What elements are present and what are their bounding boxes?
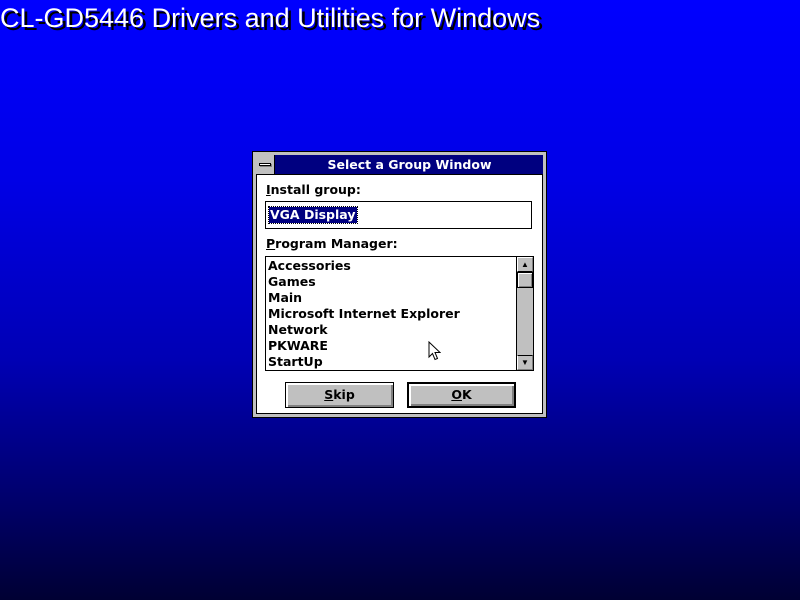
program-manager-listbox[interactable]: Accessories Games Main Microsoft Interne… — [265, 256, 534, 371]
dialog-title: Select a Group Window — [327, 157, 492, 172]
list-item[interactable]: Microsoft Internet Explorer — [268, 306, 514, 322]
list-item[interactable]: Games — [268, 274, 514, 290]
listbox-scrollbar[interactable]: ▲ ▼ — [516, 257, 533, 370]
list-item[interactable]: Network — [268, 322, 514, 338]
program-manager-label-mnemonic: P — [266, 236, 276, 251]
group-list: Accessories Games Main Microsoft Interne… — [268, 258, 514, 370]
install-group-label: Install group: — [266, 182, 361, 197]
select-group-dialog: Select a Group Window Install group: VGA… — [252, 151, 547, 418]
dialog-titlebar[interactable]: Select a Group Window — [256, 155, 543, 175]
setup-title: CL-GD5446 Drivers and Utilities for Wind… — [0, 3, 541, 33]
scroll-down-arrow-icon[interactable]: ▼ — [517, 355, 533, 370]
mouse-pointer-icon — [428, 341, 441, 361]
list-item[interactable]: StartUp — [268, 354, 514, 370]
list-item[interactable]: PKWARE — [268, 338, 514, 354]
scroll-up-arrow-icon[interactable]: ▲ — [517, 257, 533, 272]
list-item[interactable]: Main — [268, 290, 514, 306]
skip-button-label: kip — [333, 387, 355, 402]
skip-button[interactable]: Skip — [285, 382, 394, 408]
install-group-input[interactable]: VGA Display — [265, 201, 532, 229]
ok-button[interactable]: OK — [407, 382, 516, 408]
ok-button-label: K — [461, 387, 472, 402]
install-group-label-text: nstall group: — [270, 182, 361, 197]
program-manager-label-text: rogram Manager: — [275, 236, 398, 251]
program-manager-label: Program Manager: — [266, 236, 398, 251]
list-item[interactable]: Accessories — [268, 258, 514, 274]
system-menu-icon[interactable] — [256, 155, 275, 174]
skip-button-mnemonic: S — [324, 387, 334, 402]
ok-button-mnemonic: O — [451, 387, 462, 402]
scroll-thumb[interactable] — [517, 272, 533, 288]
install-group-value[interactable]: VGA Display — [268, 206, 358, 224]
